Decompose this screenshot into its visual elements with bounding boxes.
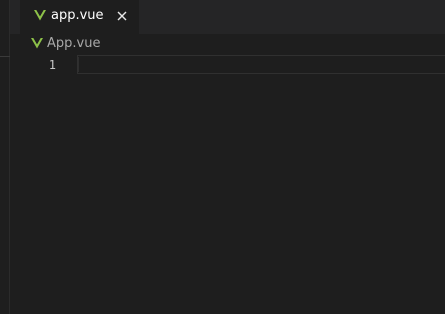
vue-icon xyxy=(31,38,43,49)
strip-divider xyxy=(0,56,10,57)
vue-icon xyxy=(34,10,46,21)
current-line-highlight xyxy=(77,55,445,74)
line-number: 1 xyxy=(48,58,56,72)
close-icon[interactable] xyxy=(112,6,132,26)
activity-strip xyxy=(0,0,10,314)
editor-window: app.vue App.vue 1 xyxy=(0,0,445,314)
breadcrumb-item-app-vue[interactable]: App.vue xyxy=(47,36,100,52)
tab-bar: app.vue xyxy=(10,0,445,34)
text-cursor xyxy=(78,57,79,72)
breadcrumb: App.vue xyxy=(10,34,445,54)
tab-label: app.vue xyxy=(51,8,104,23)
tab-app-vue[interactable]: app.vue xyxy=(20,0,139,34)
code-editor[interactable]: 1 xyxy=(10,54,445,314)
